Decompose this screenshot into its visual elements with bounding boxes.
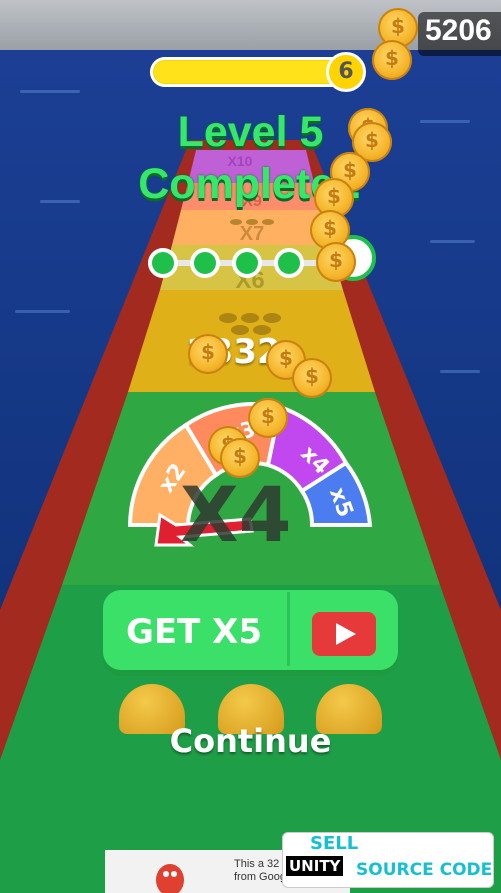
title-line-2: Complete!! bbox=[138, 160, 363, 208]
continue-button[interactable]: Continue bbox=[0, 722, 501, 760]
coin-icon bbox=[372, 40, 412, 80]
coin-icon bbox=[188, 334, 228, 374]
play-video-icon[interactable] bbox=[312, 612, 376, 656]
stage-dot-1 bbox=[148, 248, 178, 278]
title-line-1: Level 5 bbox=[177, 108, 324, 156]
coin-icon bbox=[292, 358, 332, 398]
stage-dot-4 bbox=[274, 248, 304, 278]
watermark-source-code: SOURCE CODE bbox=[356, 860, 493, 880]
coin-icon bbox=[316, 242, 356, 282]
stage-dot-2 bbox=[190, 248, 220, 278]
get-button-divider bbox=[287, 592, 290, 666]
coin-icon bbox=[220, 438, 260, 478]
coin-icon bbox=[248, 398, 288, 438]
level-badge-number: 6 bbox=[338, 59, 354, 84]
level-progress-fill bbox=[154, 61, 344, 83]
watermark-unity: UNITY bbox=[286, 856, 344, 876]
coin-count: 5206 bbox=[425, 14, 492, 47]
track-label-x7: X7 bbox=[240, 223, 264, 245]
watermark-sell: SELL bbox=[310, 833, 359, 854]
stage-dot-3 bbox=[232, 248, 262, 278]
get-x5-label: GET X5 bbox=[126, 612, 263, 652]
gauge-center-multiplier: X4 bbox=[180, 470, 292, 559]
